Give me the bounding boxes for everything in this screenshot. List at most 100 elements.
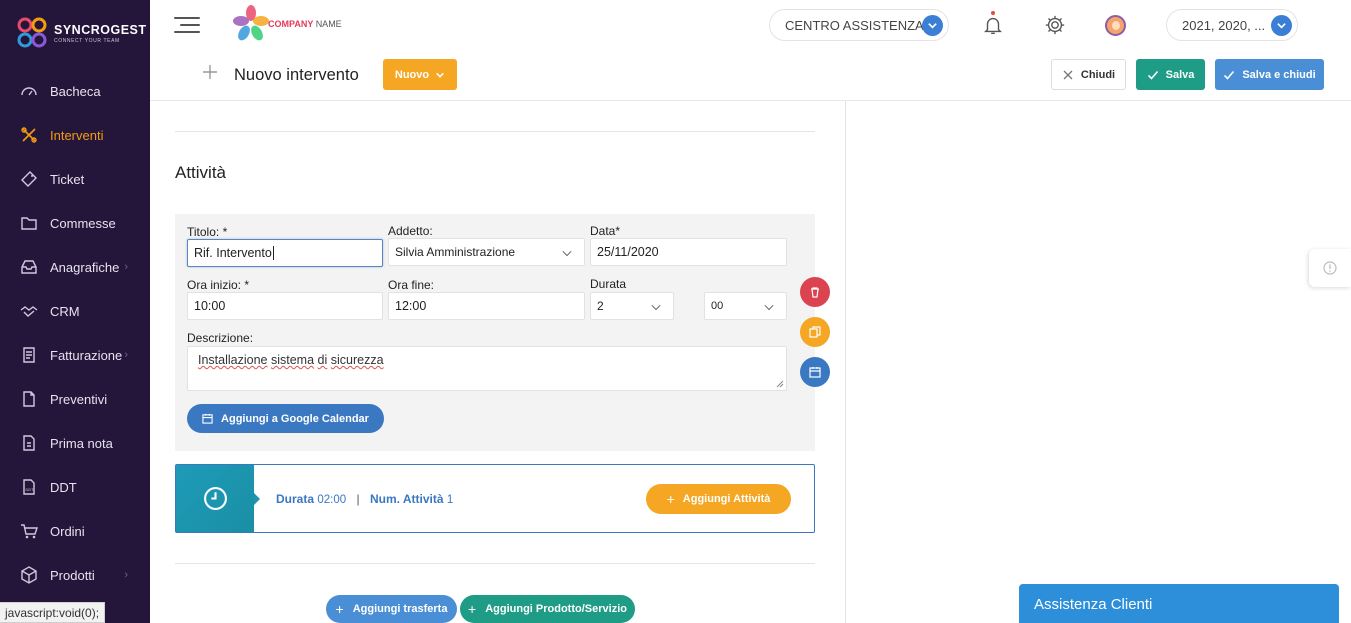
- box-icon: [20, 566, 38, 584]
- topbar: COMPANY NAME CENTRO ASSISTENZA 2021, 202…: [150, 0, 1351, 50]
- save-button-label: Salva: [1165, 68, 1195, 81]
- sidebar-item-preventivi[interactable]: Preventivi: [0, 377, 150, 421]
- description-word: sistema: [270, 353, 315, 367]
- duration-hours-select[interactable]: 2: [590, 292, 674, 320]
- calendar-activity-button[interactable]: [800, 357, 830, 387]
- chevron-right-icon: ›: [124, 569, 128, 581]
- add-travel-label: Aggiungi trasferta: [352, 603, 448, 615]
- sidebar-item-ordini[interactable]: Ordini: [0, 509, 150, 553]
- sidebar-item-ddt[interactable]: DDT DDT: [0, 465, 150, 509]
- new-dropdown-button[interactable]: Nuovo: [383, 59, 457, 90]
- ddt-icon: DDT: [20, 478, 38, 496]
- add-travel-button[interactable]: + Aggiungi trasferta: [326, 595, 457, 623]
- duplicate-activity-button[interactable]: [800, 317, 830, 347]
- sidebar-item-prodotti[interactable]: Prodotti ›: [0, 553, 150, 597]
- add-product-service-button[interactable]: + Aggiungi Prodotto/Servizio: [460, 595, 635, 623]
- end-time-label: Ora fine:: [388, 278, 435, 292]
- sidebar-item-label: Bacheca: [50, 83, 101, 99]
- divider: [175, 131, 815, 132]
- sidebar-item-ticket[interactable]: Ticket: [0, 157, 150, 201]
- check-icon: [1224, 70, 1235, 80]
- description-label: Descrizione:: [187, 331, 254, 345]
- sidebar-item-label: Commesse: [50, 215, 116, 231]
- save-button[interactable]: Salva: [1136, 59, 1205, 90]
- end-time-input[interactable]: 12:00: [388, 292, 585, 320]
- activity-count-value: 1: [446, 494, 454, 506]
- duration-hours-value: 2: [597, 299, 604, 313]
- notifications-bell-icon[interactable]: [981, 11, 1005, 38]
- duration-minutes-select[interactable]: 00: [704, 292, 787, 320]
- start-time-input[interactable]: 10:00: [187, 292, 383, 320]
- save-and-close-button[interactable]: Salva e chiudi: [1215, 59, 1324, 90]
- assignee-label: Addetto:: [388, 224, 433, 238]
- duration-label: Durata: [590, 277, 627, 291]
- chevron-down-icon: [922, 15, 943, 36]
- add-activity-label: Aggiungi Attività: [682, 493, 771, 505]
- activity-count-label: Num. Attività: [369, 492, 444, 506]
- info-side-tab[interactable]: [1309, 249, 1351, 287]
- close-button[interactable]: Chiudi: [1051, 59, 1126, 90]
- year-selector-dropdown[interactable]: 2021, 2020, ...: [1166, 9, 1298, 41]
- delete-activity-button[interactable]: [800, 277, 830, 307]
- sidebar-item-label: Prima nota: [50, 435, 113, 451]
- add-google-calendar-label: Aggiungi a Google Calendar: [221, 412, 369, 425]
- plus-icon: [203, 65, 217, 79]
- add-google-calendar-button[interactable]: Aggiungi a Google Calendar: [187, 404, 384, 433]
- chevron-down-icon: [1271, 15, 1292, 36]
- calendar-icon: [809, 367, 821, 378]
- start-time-label: Ora inizio: *: [187, 278, 250, 292]
- tools-icon: [20, 126, 38, 144]
- sidebar-item-bacheca[interactable]: Bacheca: [0, 69, 150, 113]
- sidebar-item-commesse[interactable]: Commesse: [0, 201, 150, 245]
- company-logo[interactable]: COMPANY NAME: [232, 4, 342, 42]
- menu-toggle-icon[interactable]: [174, 17, 200, 33]
- ticket-icon: [20, 170, 38, 188]
- page-header: Nuovo intervento Nuovo Chiudi Salva Salv…: [150, 50, 1351, 101]
- sidebar-item-crm[interactable]: CRM: [0, 289, 150, 333]
- new-button-label: Nuovo: [394, 68, 430, 81]
- sidebar-item-prima-nota[interactable]: Prima nota: [0, 421, 150, 465]
- trash-icon: [811, 287, 819, 298]
- clock-icon: [204, 487, 227, 510]
- end-time-value: 12:00: [395, 299, 427, 313]
- company-name-suffix: NAME: [315, 19, 342, 29]
- inbox-icon: [20, 258, 38, 276]
- sidebar-item-fatturazione[interactable]: Fatturazione ›: [0, 333, 150, 377]
- company-flower-icon: [233, 5, 269, 41]
- date-input[interactable]: 25/11/2020: [590, 238, 787, 266]
- sidebar-item-interventi[interactable]: Interventi: [0, 113, 150, 157]
- description-word: di: [317, 353, 328, 367]
- add-activity-button[interactable]: + Aggiungi Attività: [646, 484, 791, 514]
- settings-gear-icon[interactable]: [1043, 12, 1067, 38]
- column-divider: [845, 101, 846, 623]
- sidebar: SYNCROGEST CONNECT YOUR TEAM Bacheca Int…: [0, 0, 150, 623]
- dashboard-icon: [20, 82, 38, 100]
- summary-separator: |: [356, 492, 360, 506]
- plus-icon: +: [468, 601, 477, 617]
- sidebar-item-label: CRM: [50, 303, 80, 319]
- activities-summary-bar: Durata 02:00 | Num. Attività 1 + Aggiung…: [175, 464, 815, 533]
- help-center-dropdown[interactable]: CENTRO ASSISTENZA: [769, 9, 949, 41]
- help-center-label: CENTRO ASSISTENZA: [785, 17, 924, 33]
- company-name: COMPANY: [268, 19, 314, 29]
- sidebar-item-label: DDT: [50, 479, 77, 495]
- total-duration-label: Durata: [276, 492, 315, 506]
- notification-dot: [991, 11, 995, 15]
- brand-logo[interactable]: SYNCROGEST CONNECT YOUR TEAM: [16, 16, 147, 50]
- customer-support-widget[interactable]: Assistenza Clienti: [1019, 584, 1339, 623]
- folder-icon: [20, 214, 38, 232]
- date-value: 25/11/2020: [597, 245, 659, 259]
- sidebar-item-label: Anagrafiche: [50, 259, 120, 275]
- save-and-close-label: Salva e chiudi: [1242, 68, 1316, 81]
- resize-handle-icon[interactable]: [776, 380, 784, 388]
- title-input[interactable]: Rif. Intervento: [187, 239, 383, 267]
- assignee-select[interactable]: Silvia Amministrazione: [388, 238, 585, 266]
- user-avatar[interactable]: [1105, 15, 1126, 36]
- info-icon: [1323, 261, 1337, 275]
- note-icon: [20, 434, 38, 452]
- close-icon: [1063, 70, 1073, 79]
- page-title: Nuovo intervento: [234, 66, 359, 84]
- description-textarea[interactable]: Installazione sistema di sicurezza: [187, 346, 787, 391]
- sidebar-item-anagrafiche[interactable]: Anagrafiche ›: [0, 245, 150, 289]
- chevron-down-icon: [651, 304, 661, 311]
